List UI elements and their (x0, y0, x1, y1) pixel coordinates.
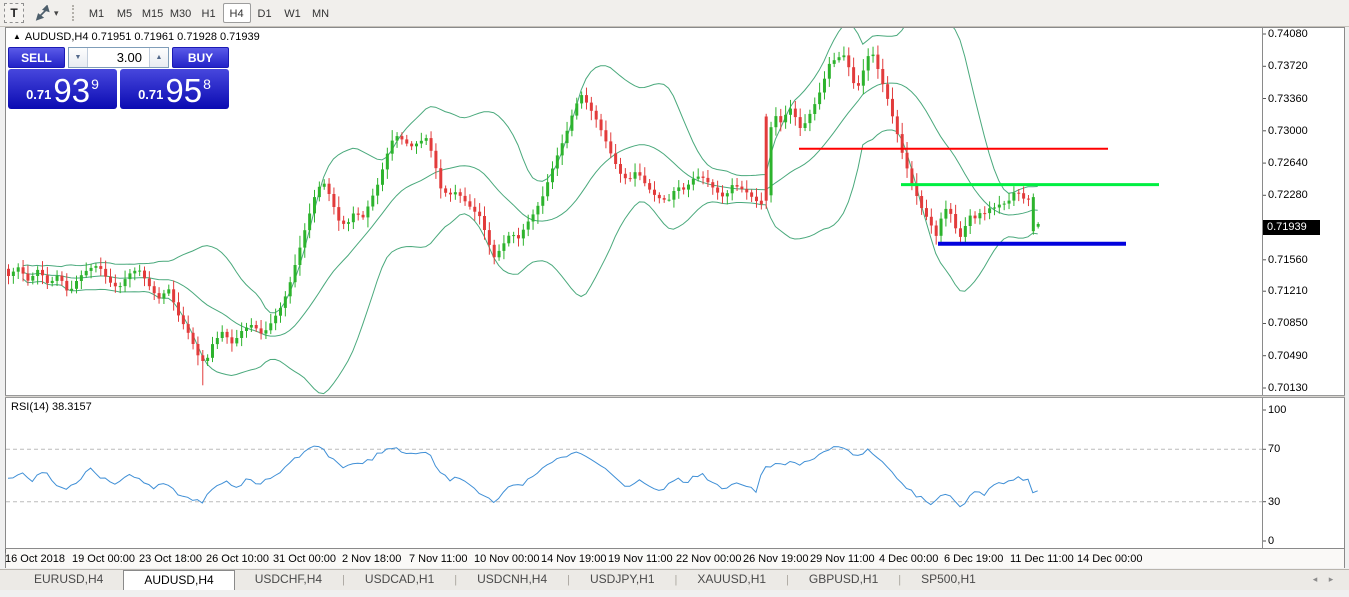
price-axis-label: 0.73000 (1268, 125, 1308, 137)
rsi-line (8, 446, 1038, 507)
volume-spinner: ▼ 3.00 ▲ (68, 47, 169, 68)
price-axis-line (1262, 28, 1263, 568)
chart-tab-sp500[interactable]: SP500,H1 (901, 570, 996, 590)
chart-tab-bar: EURUSD,H4AUDUSD,H4USDCHF,H4|USDCAD,H1|US… (0, 569, 1349, 590)
chart-tab-usdcnh[interactable]: USDCNH,H4 (457, 570, 567, 590)
rsi-indicator-label: RSI(14) 38.3157 (11, 401, 92, 413)
rsi-pane (6, 446, 1262, 507)
time-axis-label: 19 Oct 00:00 (72, 553, 135, 565)
buy-price-display[interactable]: 0.71 95 8 (120, 69, 229, 109)
rsi-axis-label: 30 (1268, 496, 1280, 508)
price-axis-label: 0.74080 (1268, 28, 1308, 40)
time-axis-label: 2 Nov 18:00 (342, 553, 401, 565)
pane-divider[interactable] (5, 395, 1345, 398)
application-window: T ▾ M1M5M15M30H1H4D1W1MN ▲AUDUSD,H4 0.71… (0, 0, 1349, 597)
rsi-axis-label: 70 (1268, 443, 1280, 455)
tab-scroll-left-button[interactable]: ◂ (1307, 572, 1323, 586)
volume-decrease-button[interactable]: ▼ (69, 48, 88, 67)
tab-scroll-right-button[interactable]: ▸ (1323, 572, 1339, 586)
chart-tab-xauusd[interactable]: XAUUSD,H1 (677, 570, 786, 590)
time-axis-label: 23 Oct 18:00 (139, 553, 202, 565)
time-axis-label: 10 Nov 00:00 (474, 553, 539, 565)
sell-price-display[interactable]: 0.71 93 9 (8, 69, 117, 109)
time-axis-label: 16 Oct 2018 (5, 553, 65, 565)
time-axis-label: 4 Dec 00:00 (879, 553, 938, 565)
price-axis-label: 0.71210 (1268, 285, 1308, 297)
volume-increase-button[interactable]: ▲ (149, 48, 168, 67)
sell-button[interactable]: SELL (8, 47, 65, 68)
tab-scroll-buttons: ◂ ▸ (1307, 572, 1339, 586)
bollinger-lower-band (23, 130, 1038, 394)
time-axis-label: 11 Dec 11:00 (1010, 553, 1074, 565)
price-axis-label: 0.70490 (1268, 350, 1308, 362)
status-strip (0, 590, 1349, 597)
symbol-marker-icon: ▲ (13, 32, 21, 41)
chart-ohlc-readout: ▲AUDUSD,H4 0.71951 0.71961 0.71928 0.719… (13, 31, 260, 43)
time-axis-label: 14 Dec 00:00 (1077, 553, 1142, 565)
chart-tab-usdchf[interactable]: USDCHF,H4 (235, 570, 342, 590)
axis-ticks (6, 34, 1266, 553)
time-axis-label: 31 Oct 00:00 (273, 553, 336, 565)
price-axis-label: 0.72280 (1268, 189, 1308, 201)
buy-button[interactable]: BUY (172, 47, 229, 68)
chart-tab-usdjpy[interactable]: USDJPY,H1 (570, 570, 674, 590)
time-axis-label: 26 Nov 19:00 (743, 553, 808, 565)
rsi-axis-label: 100 (1268, 404, 1286, 416)
price-axis-label: 0.70130 (1268, 382, 1308, 394)
time-axis-label: 29 Nov 11:00 (810, 553, 875, 565)
chart-tab-audusd[interactable]: AUDUSD,H4 (123, 570, 234, 590)
price-axis-label: 0.71560 (1268, 254, 1308, 266)
time-axis-label: 14 Nov 19:00 (541, 553, 606, 565)
price-axis-label: 0.70850 (1268, 317, 1308, 329)
volume-input[interactable]: 3.00 (88, 48, 149, 67)
time-axis-label: 6 Dec 19:00 (944, 553, 1003, 565)
one-click-trade-panel: SELL ▼ 3.00 ▲ BUY 0.71 93 9 0.71 95 8 (8, 47, 229, 109)
price-axis-label: 0.72640 (1268, 157, 1308, 169)
time-axis-label: 19 Nov 11:00 (608, 553, 673, 565)
chart-tab-usdcad[interactable]: USDCAD,H1 (345, 570, 454, 590)
chart-tab-gbpusd[interactable]: GBPUSD,H1 (789, 570, 898, 590)
price-axis-label: 0.73720 (1268, 60, 1308, 72)
rsi-axis-label: 0 (1268, 535, 1274, 547)
chart-tab-eurusd[interactable]: EURUSD,H4 (14, 570, 123, 590)
price-axis-label: 0.73360 (1268, 93, 1308, 105)
time-axis-label: 7 Nov 11:00 (409, 553, 468, 565)
time-axis-label: 26 Oct 10:00 (206, 553, 269, 565)
current-price-tag: 0.71939 (1263, 220, 1320, 235)
time-axis-label: 22 Nov 00:00 (676, 553, 741, 565)
